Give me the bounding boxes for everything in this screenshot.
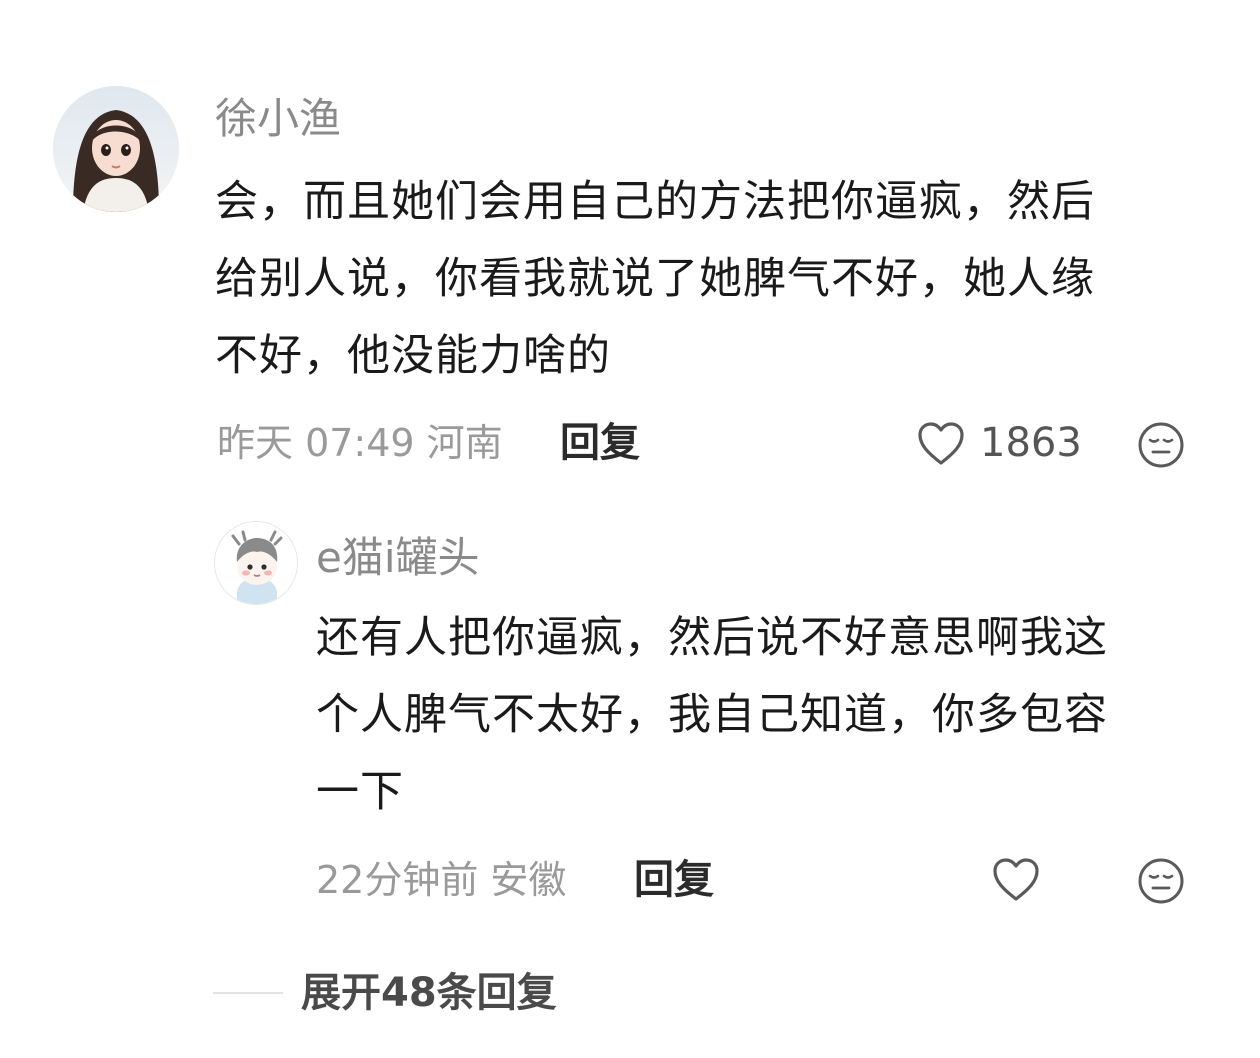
reply-text: 还有人把你逼疯，然后说不好意思啊我这 个人脾气不太好，我自己知道，你多包容 一下	[316, 600, 1108, 831]
comment-text-line: 给别人说，你看我就说了她脾气不好，她人缘	[215, 254, 1095, 304]
heart-outline-icon	[993, 858, 1039, 901]
commenter-username[interactable]: 徐小渔	[215, 98, 341, 140]
replier-avatar[interactable]	[214, 521, 298, 605]
reply-meta: 22分钟前 安徽	[316, 858, 567, 902]
reply-text-line: 个人脾气不太好，我自己知道，你多包容	[316, 690, 1108, 740]
expand-replies-button[interactable]: 展开48条回复	[301, 973, 557, 1013]
comment-reply-button[interactable]: 回复	[560, 423, 640, 463]
reply-dislike-button[interactable]	[1136, 856, 1186, 906]
cartoon-kid-avatar-icon	[215, 522, 297, 604]
comment-text: 会，而且她们会用自己的方法把你逼疯，然后 给别人说，你看我就说了她脾气不好，她人…	[215, 164, 1095, 395]
heart-outline-icon	[918, 422, 964, 465]
expand-divider	[213, 992, 283, 994]
commenter-avatar[interactable]	[53, 86, 179, 212]
meh-face-icon	[1138, 422, 1184, 468]
meh-face-icon	[1138, 858, 1184, 904]
reply-text-line: 还有人把你逼疯，然后说不好意思啊我这	[316, 613, 1108, 663]
reply-text-line: 一下	[316, 767, 404, 817]
comment-like-count: 1863	[980, 420, 1082, 466]
girl-avatar-icon	[53, 86, 179, 212]
comment-like-button[interactable]	[916, 420, 966, 468]
replier-username[interactable]: e猫i罐头	[316, 537, 480, 579]
comment-dislike-button[interactable]	[1136, 420, 1186, 470]
reply-reply-button[interactable]: 回复	[634, 860, 714, 900]
comment-text-line: 不好，他没能力啥的	[215, 331, 611, 381]
comment-text-line: 会，而且她们会用自己的方法把你逼疯，然后	[215, 177, 1095, 227]
comment-meta: 昨天 07:49 河南	[217, 421, 503, 465]
reply-like-button[interactable]	[991, 856, 1041, 904]
